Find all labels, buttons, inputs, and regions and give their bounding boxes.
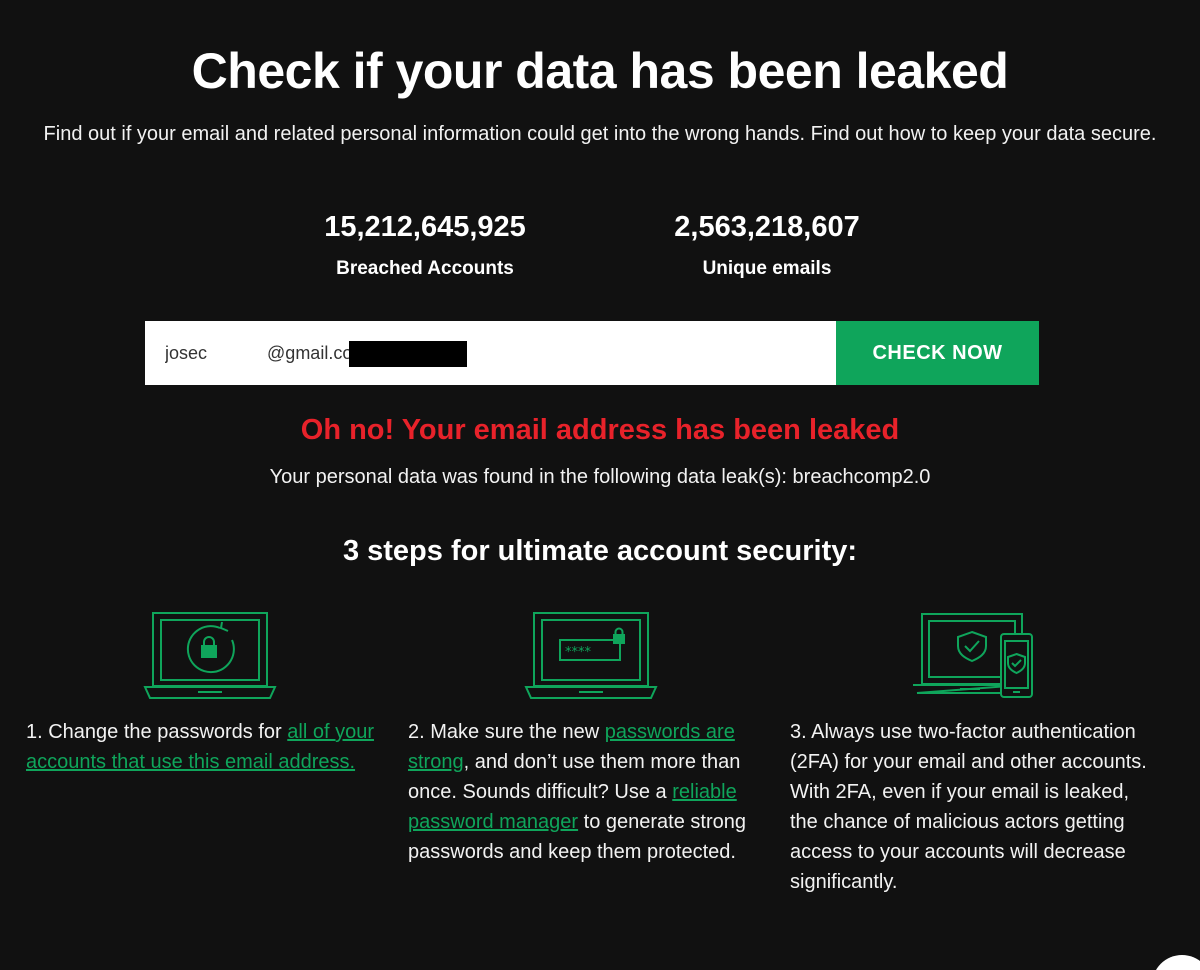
step-3-text: 3. Always use two-factor authentication …	[790, 717, 1155, 897]
laptop-lock-refresh-icon	[142, 610, 278, 707]
step-2-text: 2. Make sure the new passwords are stron…	[408, 717, 773, 867]
laptop-password-icon: ****	[523, 610, 659, 707]
stat-value: 2,563,218,607	[674, 211, 860, 243]
stat-label: Unique emails	[702, 258, 832, 279]
email-field-wrapper	[145, 321, 836, 385]
page: Check if your data has been leaked Find …	[0, 0, 1200, 970]
stat-breached-accounts: 15,212,645,925 Breached Accounts	[300, 208, 550, 280]
step-1-text: 1. Change the passwords for all of your …	[26, 717, 391, 777]
steps-heading: 3 steps for ultimate account security:	[342, 535, 858, 567]
redaction-bar	[349, 341, 467, 367]
leak-alert-title: Oh no! Your email address has been leake…	[300, 414, 900, 446]
svg-text:****: ****	[565, 645, 592, 660]
floating-action-button[interactable]	[1152, 955, 1200, 970]
laptop-phone-shield-icon	[910, 610, 1036, 707]
email-input[interactable]	[145, 321, 836, 385]
email-check-form: CHECK NOW	[145, 321, 1039, 385]
step-text-segment: 2. Make sure the new	[408, 721, 605, 743]
leak-alert-details: Your personal data was found in the foll…	[269, 466, 931, 488]
page-title: Check if your data has been leaked	[191, 43, 1009, 99]
stat-unique-emails: 2,563,218,607 Unique emails	[642, 208, 892, 280]
stat-value: 15,212,645,925	[324, 211, 526, 243]
check-now-button[interactable]: CHECK NOW	[836, 321, 1039, 385]
page-subtitle: Find out if your email and related perso…	[43, 123, 1157, 145]
step-text-segment: 1. Change the passwords for	[26, 721, 288, 743]
step-text-segment: 3. Always use two-factor authentication …	[790, 721, 1147, 893]
stat-label: Breached Accounts	[336, 258, 514, 279]
